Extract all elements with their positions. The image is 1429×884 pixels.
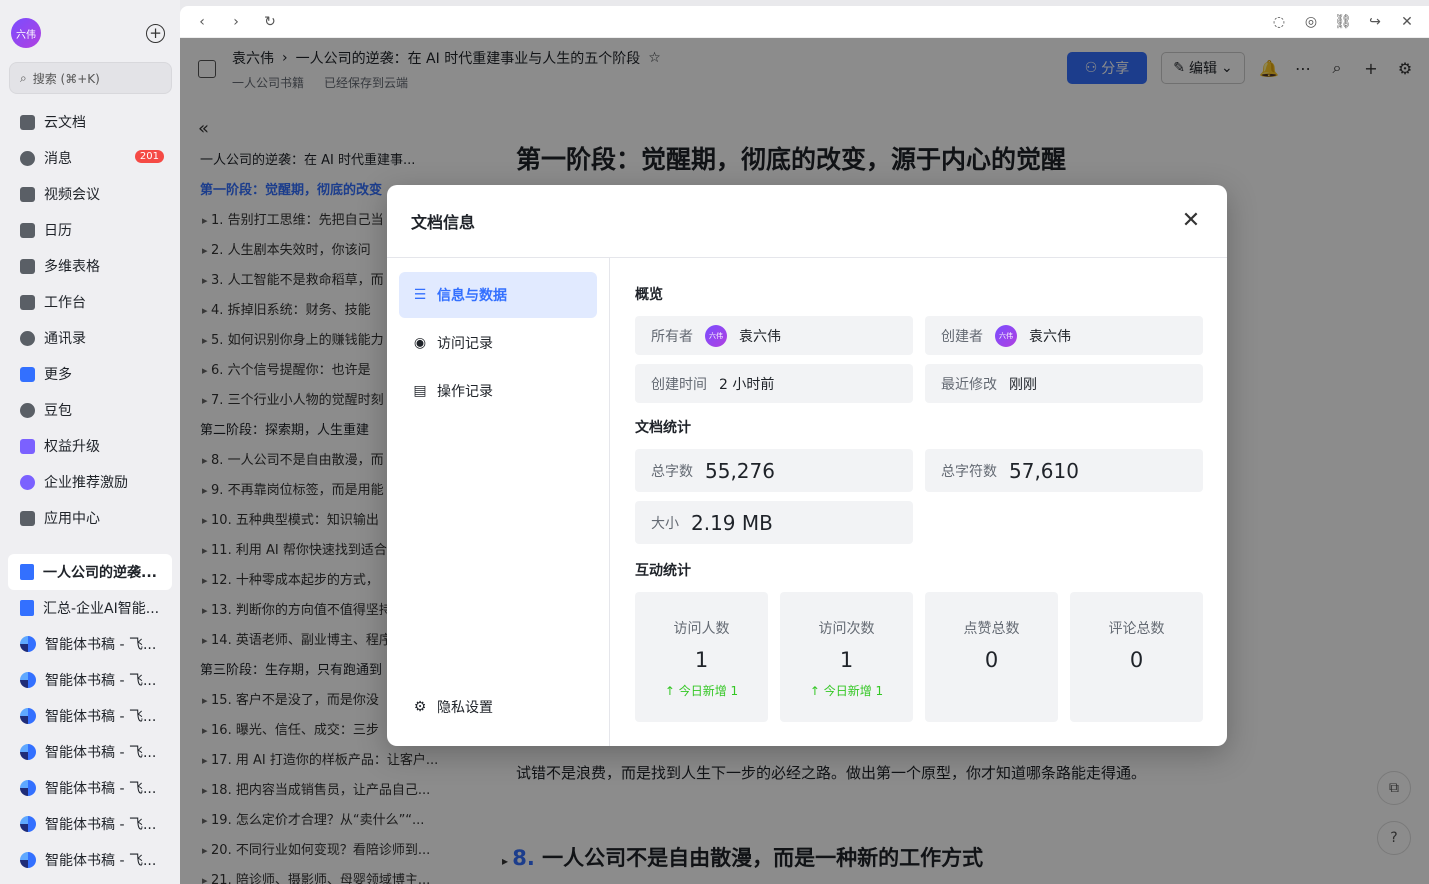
recent-doc-item[interactable]: 智能体书稿 - 飞... — [8, 734, 172, 770]
avatar: 六伟 — [995, 324, 1017, 347]
history-icon: ▤ — [413, 383, 427, 399]
unread-badge: 201 — [134, 150, 164, 163]
size-cell: 大小 2.19 MB — [635, 501, 913, 544]
dialog-title: 文档信息 — [411, 213, 476, 232]
doc-info-dialog: 文档信息 ✕ ☰ 信息与数据 ◉ 访问记录 ▤ 操作记录 ⚙ 隐私设置 概览 所有者 六… — [387, 185, 1227, 746]
daily-increase: ↑ 今日新增 1 — [664, 684, 739, 698]
info-panel: 概览 所有者 六伟 袁六伟 创建者 六伟 袁六伟 创建时间 2 小时前 最近修改… — [635, 258, 1203, 722]
compass-icon[interactable]: ◎ — [1303, 14, 1319, 30]
recent-doc-item[interactable]: 智能体书稿 - 飞... — [8, 842, 172, 878]
doc-icon — [20, 564, 34, 580]
table-icon — [20, 258, 35, 274]
lark-doc-icon — [20, 708, 36, 724]
overview-grid: 所有者 六伟 袁六伟 创建者 六伟 袁六伟 创建时间 2 小时前 最近修改 刚刚 — [635, 316, 1203, 403]
recent-doc-item[interactable]: 智能体书稿 - 飞... — [8, 806, 172, 842]
docs-icon — [20, 114, 35, 130]
sidebar-item-more[interactable]: 更多 — [8, 356, 172, 392]
close-window-icon[interactable]: ✕ — [1399, 14, 1415, 30]
doubao-icon — [20, 402, 35, 418]
modified-time-cell: 最近修改 刚刚 — [925, 364, 1203, 403]
tab-access-log[interactable]: ◉ 访问记录 — [399, 320, 597, 366]
user-avatar[interactable]: 六伟 — [11, 18, 41, 48]
contacts-icon — [20, 330, 35, 346]
calendar-icon — [20, 222, 35, 238]
eye-icon: ◉ — [413, 335, 427, 351]
avatar: 六伟 — [705, 324, 727, 347]
back-icon[interactable]: ‹ — [194, 14, 210, 30]
refresh-icon[interactable]: ↻ — [262, 14, 278, 30]
doc-icon — [20, 600, 34, 616]
tab-info-data[interactable]: ☰ 信息与数据 — [399, 272, 597, 318]
stats-grid: 总字数 55,276 总字符数 57,610 大小 2.19 MB — [635, 449, 1203, 544]
app-center-icon — [20, 510, 35, 526]
word-count-cell: 总字数 55,276 — [635, 449, 913, 492]
sidebar-item-upgrade[interactable]: 权益升级 — [8, 428, 172, 464]
likes-stat: 点赞总数 0 — [925, 592, 1058, 722]
lark-doc-icon — [20, 636, 36, 652]
visitors-stat: 访问人数 1 ↑ 今日新增 1 — [635, 592, 768, 722]
recent-doc-item[interactable]: 汇总-企业AI智能... — [8, 590, 172, 626]
visits-stat: 访问次数 1 ↑ 今日新增 1 — [780, 592, 913, 722]
daily-increase: ↑ 今日新增 1 — [809, 684, 884, 698]
tab-operation-log[interactable]: ▤ 操作记录 — [399, 368, 597, 414]
recent-doc-item[interactable]: 智能体书稿 - 飞... — [8, 626, 172, 662]
interaction-grid: 访问人数 1 ↑ 今日新增 1 访问次数 1 ↑ 今日新增 1 点赞总数 0 评… — [635, 592, 1203, 722]
sidebar-item-appcenter[interactable]: 应用中心 — [8, 500, 172, 536]
global-search-input[interactable]: ⌕ 搜索 (⌘+K) — [9, 62, 172, 94]
sidebar-item-doubao[interactable]: 豆包 — [8, 392, 172, 428]
comments-stat: 评论总数 0 — [1070, 592, 1203, 722]
dialog-header: 文档信息 ✕ — [387, 185, 1227, 258]
sidebar-item-contacts[interactable]: 通讯录 — [8, 320, 172, 356]
char-count-cell: 总字符数 57,610 — [925, 449, 1203, 492]
video-icon — [20, 186, 35, 202]
recent-doc-item[interactable]: 智能体书稿 - 飞... — [8, 770, 172, 806]
sidebar-item-workplace[interactable]: 工作台 — [8, 284, 172, 320]
gear-icon: ⚙ — [413, 699, 427, 715]
lark-doc-icon — [20, 744, 36, 760]
grid-icon — [20, 294, 35, 310]
recent-doc-item[interactable]: 智能体书稿 - 飞... — [8, 662, 172, 698]
list-icon: ☰ — [413, 287, 427, 303]
message-icon — [20, 150, 35, 166]
referral-icon — [20, 474, 35, 490]
sidebar-item-referral[interactable]: 企业推荐激励 — [8, 464, 172, 500]
app-sidebar: 六伟 + ⌕ 搜索 (⌘+K) 云文档 消息 201 视频会议 日历 多维表格 工… — [0, 0, 180, 884]
search-icon: ⌕ — [20, 70, 27, 85]
owner-name[interactable]: 袁六伟 — [739, 326, 781, 346]
interaction-title: 互动统计 — [635, 563, 691, 579]
lark-doc-icon — [20, 780, 36, 796]
create-new-icon[interactable]: + — [146, 24, 165, 43]
recent-doc-item[interactable]: 一人公司的逆袭... — [8, 554, 172, 590]
stats-title: 文档统计 — [635, 420, 691, 436]
sidebar-item-meeting[interactable]: 视频会议 — [8, 176, 172, 212]
privacy-settings-button[interactable]: ⚙ 隐私设置 — [399, 684, 598, 730]
forward-icon[interactable]: › — [228, 14, 244, 30]
link-icon[interactable]: ⛓ — [1334, 14, 1352, 30]
sidebar-item-docs[interactable]: 云文档 — [8, 104, 172, 140]
overview-title: 概览 — [635, 287, 663, 303]
sidebar-item-messages[interactable]: 消息 201 — [8, 140, 172, 176]
sidebar-nav: 云文档 消息 201 视频会议 日历 多维表格 工作台 通讯录 更多 豆包 权益升… — [8, 104, 172, 878]
creator-name[interactable]: 袁六伟 — [1029, 326, 1071, 346]
dialog-tabs: ☰ 信息与数据 ◉ 访问记录 ▤ 操作记录 ⚙ 隐私设置 — [387, 258, 610, 746]
recent-doc-item[interactable]: 智能体书稿 - 飞... — [8, 698, 172, 734]
lark-doc-icon — [20, 852, 36, 868]
comment-icon[interactable]: ◌ — [1271, 14, 1287, 30]
browser-toolbar: ‹ › ↻ ◌ ◎ ⛓ ↪ ✕ — [180, 6, 1429, 38]
lark-doc-icon — [20, 672, 36, 688]
sidebar-item-base[interactable]: 多维表格 — [8, 248, 172, 284]
close-icon[interactable]: ✕ — [1179, 209, 1203, 233]
diamond-icon — [20, 438, 35, 454]
sidebar-item-calendar[interactable]: 日历 — [8, 212, 172, 248]
created-time-cell: 创建时间 2 小时前 — [635, 364, 913, 403]
search-placeholder: 搜索 (⌘+K) — [32, 71, 100, 86]
owner-cell: 所有者 六伟 袁六伟 — [635, 316, 913, 355]
more-apps-icon — [20, 366, 35, 382]
creator-cell: 创建者 六伟 袁六伟 — [925, 316, 1203, 355]
lark-doc-icon — [20, 816, 36, 832]
forward-share-icon[interactable]: ↪ — [1367, 14, 1383, 30]
